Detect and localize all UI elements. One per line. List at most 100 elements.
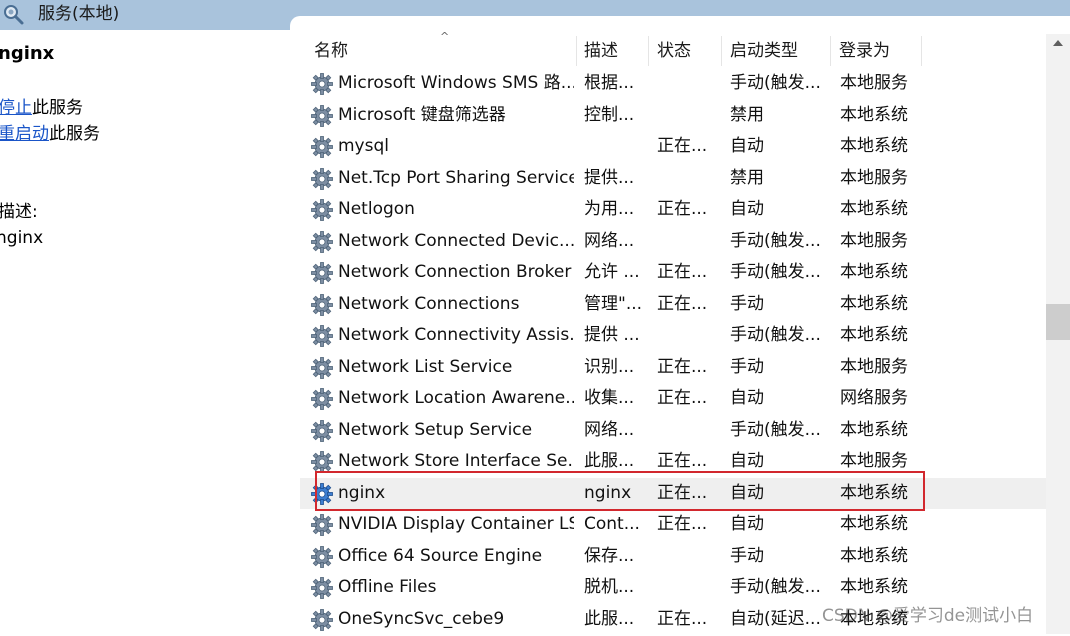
service-row[interactable]: Network Store Interface Se... 此服... 正在... 自…: [300, 446, 1046, 478]
service-status-cell: [657, 320, 717, 352]
service-description-cell: 提供...: [584, 167, 635, 188]
service-name-cell: Network Location Awarene...: [338, 388, 574, 408]
vertical-scrollbar[interactable]: [1046, 34, 1070, 634]
service-startup-type-cell: 自动: [730, 388, 764, 408]
service-log-on-as-cell: 本地系统: [840, 577, 908, 597]
service-detail-pane: nginx 停止此服务 重启动此服务 描述: nginx: [0, 30, 300, 634]
column-header-name[interactable]: 名称 ^: [306, 30, 576, 68]
service-name-cell: Network Store Interface Se...: [338, 451, 574, 471]
service-row[interactable]: Network Connections 管理"... 正在... 手动 本地系统: [300, 289, 1046, 321]
service-description-cell: 收集...: [584, 388, 635, 408]
selected-service-name: nginx: [0, 43, 55, 64]
service-log-on-as-cell: 本地系统: [840, 293, 908, 314]
service-row[interactable]: Network Connected Devic... 网络... 手动(触发... 本…: [300, 226, 1046, 258]
window-title: 服务(本地): [38, 4, 120, 24]
service-row[interactable]: Network Connectivity Assis... 提供 ... 手动(触发…: [300, 320, 1046, 352]
service-row[interactable]: Network List Service 识别... 正在... 手动 本地服务: [300, 352, 1046, 384]
description-label: 描述:: [0, 202, 38, 222]
service-row[interactable]: Offline Files 脱机... 手动(触发... 本地系统: [300, 572, 1046, 604]
service-startup-type-cell: 手动(触发...: [730, 262, 821, 282]
service-name-cell: Network Connections: [338, 293, 520, 314]
service-status-cell: 正在...: [657, 514, 708, 534]
service-description-cell: 保存...: [584, 545, 635, 566]
service-row[interactable]: Netlogon 为用... 正在... 自动 本地系统: [300, 194, 1046, 226]
service-description-cell: 根据...: [584, 73, 635, 93]
column-divider[interactable]: [921, 36, 922, 66]
service-description-cell: [584, 131, 648, 163]
restart-service-action: 重启动此服务: [0, 122, 100, 146]
scrollbar-thumb[interactable]: [1046, 304, 1070, 340]
service-startup-type-cell: 手动(触发...: [730, 419, 821, 440]
service-startup-type-cell: 自动: [730, 199, 764, 219]
gear-icon: [310, 482, 334, 506]
service-row[interactable]: Net.Tcp Port Sharing Service 提供... 禁用 本地服务: [300, 163, 1046, 195]
service-name-cell: Network Connection Broker: [338, 262, 572, 282]
service-status-cell: [657, 226, 717, 258]
service-name-cell: Network List Service: [338, 356, 513, 377]
service-description-cell: 此服...: [584, 451, 635, 471]
gear-icon: [310, 450, 334, 474]
service-row[interactable]: nginx nginx 正在... 自动 本地系统: [300, 477, 1046, 509]
service-startup-type-cell: 手动: [730, 293, 764, 314]
service-log-on-as-cell: 本地系统: [840, 419, 908, 440]
service-description-cell: 网络...: [584, 419, 635, 440]
service-log-on-as-cell: 本地服务: [840, 73, 908, 93]
column-header-startup-type[interactable]: 启动类型: [722, 34, 830, 68]
stop-service-action: 停止此服务: [0, 96, 83, 120]
service-startup-type-cell: 自动: [730, 451, 764, 471]
service-status-cell: 正在...: [657, 293, 708, 314]
service-log-on-as-cell: 网络服务: [840, 388, 908, 408]
service-row[interactable]: Office 64 Source Engine 保存... 手动 本地系统: [300, 541, 1046, 573]
service-row[interactable]: Network Connection Broker 允许 ... 正在... 手动(触…: [300, 257, 1046, 289]
service-log-on-as-cell: 本地系统: [840, 262, 908, 282]
scroll-up-arrow-icon[interactable]: [1053, 40, 1063, 46]
service-row[interactable]: NVIDIA Display Container LS Cont... 正在... 自…: [300, 509, 1046, 541]
service-startup-type-cell: 自动: [730, 482, 764, 503]
gear-icon: [310, 135, 334, 159]
services-list-header: 名称 ^ 描述 状态 启动类型 登录为: [300, 30, 1046, 68]
stop-service-link[interactable]: 停止: [0, 98, 32, 118]
service-row[interactable]: Network Setup Service 网络... 手动(触发... 本地系统: [300, 415, 1046, 447]
service-log-on-as-cell: 本地服务: [840, 451, 908, 471]
service-startup-type-cell: 手动: [730, 356, 764, 377]
service-row[interactable]: Network Location Awarene... 收集... 正在... 自动 网…: [300, 383, 1046, 415]
gear-icon: [310, 387, 334, 411]
service-log-on-as-cell: 本地服务: [840, 356, 908, 377]
service-startup-type-cell: 自动(延迟...: [730, 608, 821, 629]
service-name-cell: Offline Files: [338, 577, 437, 597]
service-description-cell: 脱机...: [584, 577, 635, 597]
title-bar: 服务(本地): [0, 0, 1070, 36]
description-value: nginx: [0, 228, 44, 248]
service-status-cell: 正在...: [657, 136, 708, 156]
gear-icon: [310, 104, 334, 128]
service-status-cell: [657, 163, 717, 195]
service-row[interactable]: OneSyncSvc_cebe9 此服... 正在... 自动(延迟... 本地系统: [300, 604, 1046, 636]
service-status-cell: [657, 572, 717, 604]
column-header-description[interactable]: 描述: [576, 34, 648, 68]
gear-icon: [310, 293, 334, 317]
service-log-on-as-cell: 本地系统: [840, 325, 908, 345]
service-name-cell: mysql: [338, 136, 389, 156]
service-row[interactable]: Microsoft Windows SMS 路... 根据... 手动(触发... 本…: [300, 68, 1046, 100]
gear-icon: [310, 167, 334, 191]
service-status-cell: 正在...: [657, 608, 708, 629]
service-description-cell: nginx: [584, 482, 632, 503]
service-name-cell: Network Setup Service: [338, 419, 533, 440]
column-header-log-on-as[interactable]: 登录为: [831, 34, 921, 68]
service-startup-type-cell: 自动: [730, 136, 764, 156]
service-log-on-as-cell: 本地服务: [840, 230, 908, 251]
service-startup-type-cell: 禁用: [730, 104, 764, 125]
gear-icon: [310, 576, 334, 600]
service-row[interactable]: mysql 正在... 自动 本地系统: [300, 131, 1046, 163]
service-startup-type-cell: 自动: [730, 514, 764, 534]
gear-icon: [310, 198, 334, 222]
service-description-cell: 为用...: [584, 199, 635, 219]
restart-service-link[interactable]: 重启动: [0, 124, 49, 144]
service-description-cell: Cont...: [584, 514, 640, 534]
service-row[interactable]: Microsoft 键盘筛选器 控制... 禁用 本地系统: [300, 100, 1046, 132]
service-name-cell: nginx: [338, 482, 386, 503]
restart-service-suffix: 此服务: [49, 124, 100, 144]
column-header-status[interactable]: 状态: [649, 34, 721, 68]
gear-icon: [310, 608, 334, 632]
service-name-cell: NVIDIA Display Container LS: [338, 514, 574, 534]
